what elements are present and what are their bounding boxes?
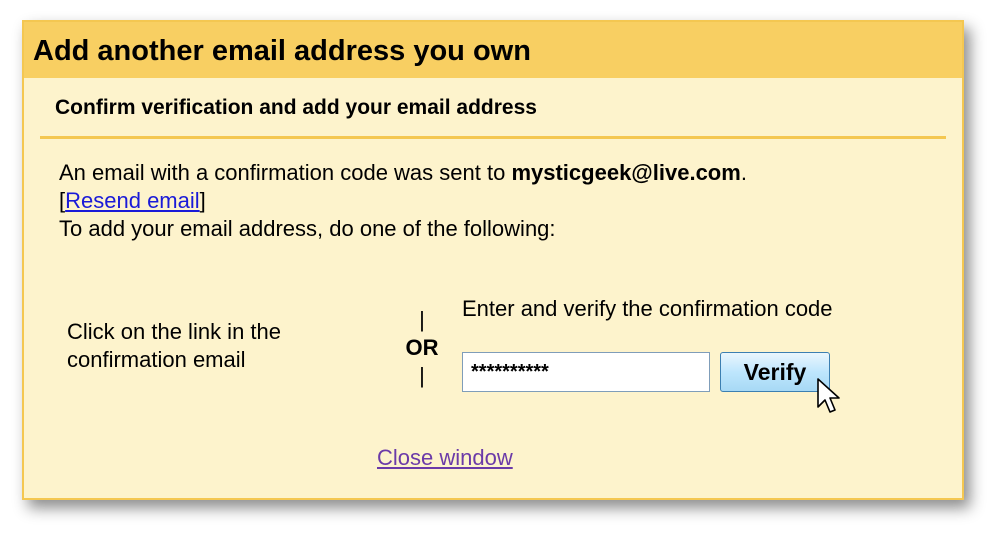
divider (40, 136, 946, 139)
confirmation-code-input[interactable] (462, 352, 710, 392)
instruction-text: To add your email address, do one of the… (59, 216, 556, 241)
dialog-title: Add another email address you own (33, 35, 531, 67)
message-prefix: An email with a confirmation code was se… (59, 160, 512, 185)
or-label: OR (405, 335, 439, 360)
or-separator: | OR | (398, 306, 446, 390)
dialog-titlebar: Add another email address you own (24, 22, 962, 78)
mouse-pointer-icon (817, 378, 840, 413)
confirmation-message: An email with a confirmation code was se… (59, 159, 747, 243)
or-bar-top: | (419, 307, 425, 332)
dialog-subtitle: Confirm verification and add your email … (55, 96, 537, 119)
message-suffix: . (740, 160, 747, 185)
option-click-link: Click on the link in the confirmation em… (67, 319, 281, 372)
add-email-dialog: Add another email address you own Confir… (22, 20, 964, 500)
resend-email-link[interactable]: Resend email (65, 188, 200, 213)
verify-button[interactable]: Verify (720, 352, 830, 392)
bracket-close: ] (199, 188, 206, 213)
close-window-link[interactable]: Close window (377, 445, 513, 471)
email-address: mysticgeek@live.com (511, 160, 741, 185)
option-enter-code: Enter and verify the confirmation code (462, 296, 833, 321)
or-bar-bottom: | (419, 363, 425, 388)
